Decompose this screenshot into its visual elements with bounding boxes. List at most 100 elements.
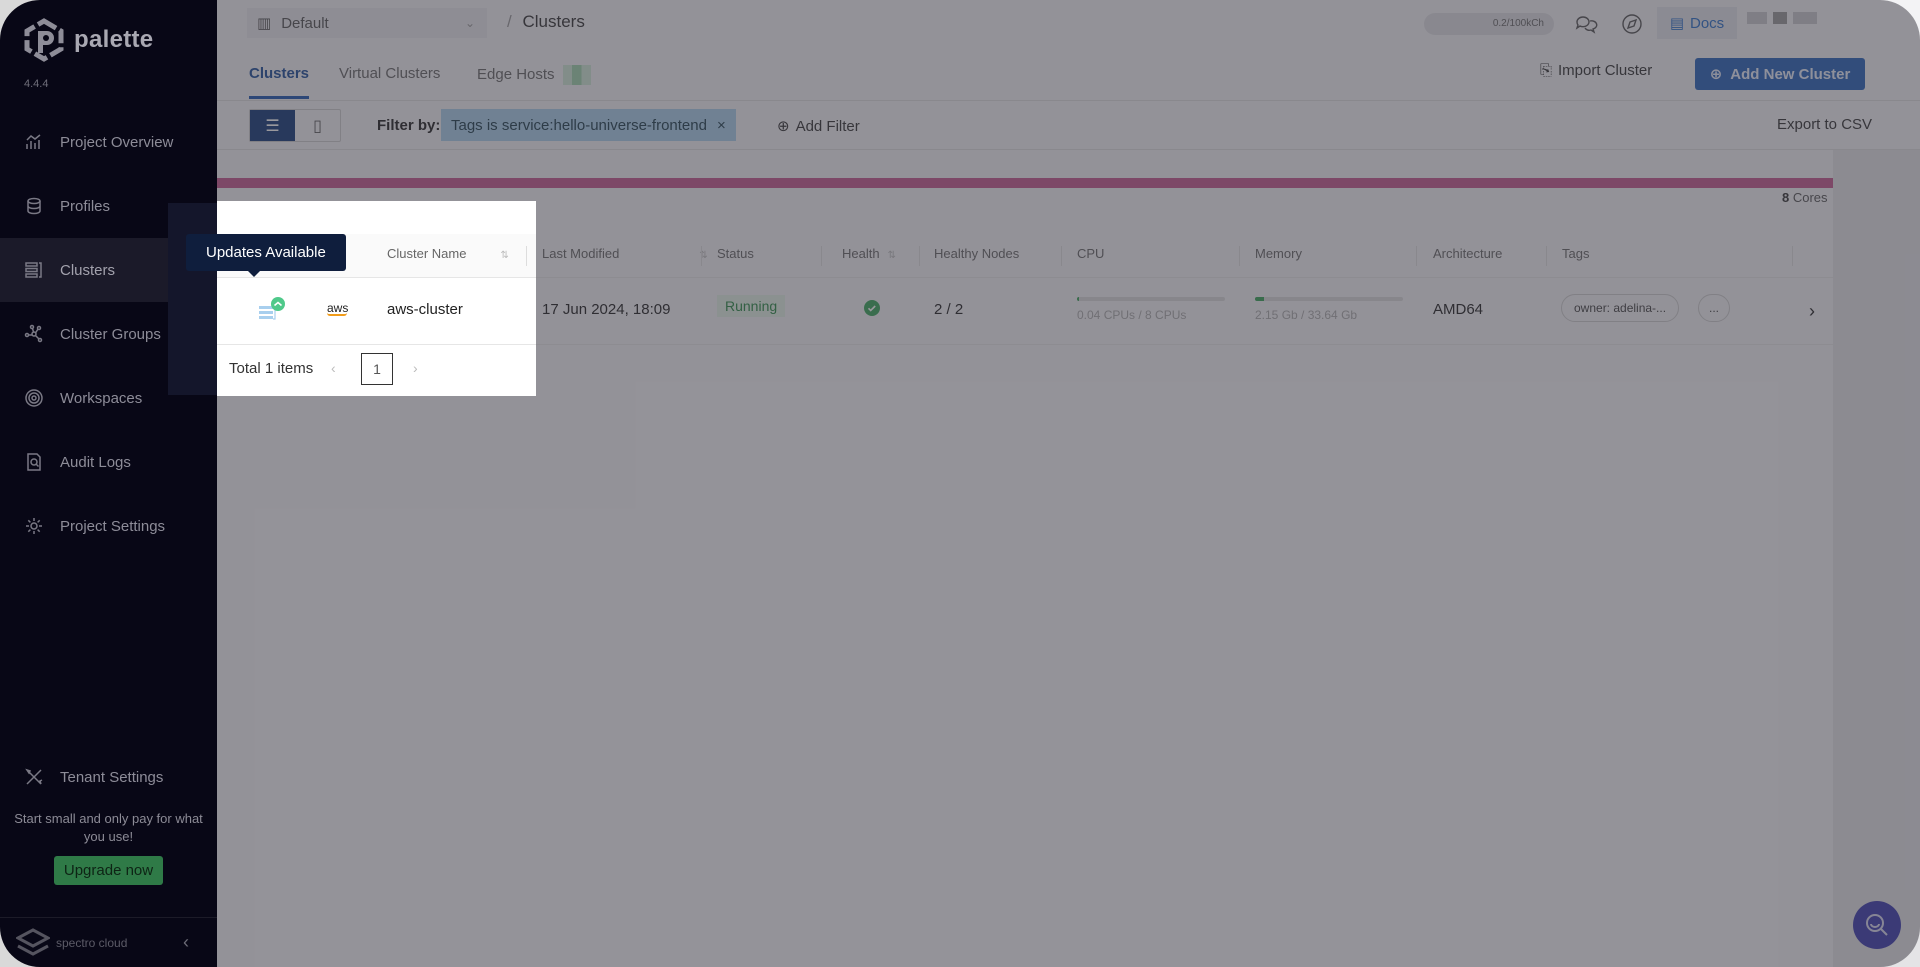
column-divider bbox=[821, 246, 822, 266]
column-divider bbox=[1792, 246, 1793, 266]
project-icon: ▥ bbox=[257, 15, 272, 32]
column-healthy-nodes: Healthy Nodes bbox=[934, 246, 1020, 261]
column-divider bbox=[919, 246, 920, 266]
add-new-cluster-button[interactable]: ⊕ Add New Cluster bbox=[1695, 58, 1865, 90]
book-icon: ▤ bbox=[1669, 15, 1684, 32]
brand-name: palette bbox=[74, 26, 154, 53]
page-number-button[interactable]: 1 bbox=[361, 353, 393, 385]
sidebar-item-project-settings[interactable]: Project Settings bbox=[0, 494, 217, 558]
view-toggle: ☰ ▯ bbox=[249, 109, 341, 142]
filter-bar: ☰ ▯ Filter by: Tags is service:hello-uni… bbox=[217, 102, 1920, 150]
tools-icon bbox=[24, 767, 44, 787]
project-name: Default bbox=[281, 14, 329, 32]
health-check-icon bbox=[864, 300, 880, 320]
memory-usage-bar bbox=[1255, 297, 1403, 301]
pagination: Total 1 items ‹ 1 › bbox=[217, 346, 477, 396]
memory-usage-label: 2.15 Gb / 33.64 Gb bbox=[1255, 308, 1358, 322]
tour-highlight-edge bbox=[168, 203, 217, 395]
tag-chip[interactable]: owner: adelina-... bbox=[1561, 294, 1680, 322]
topbar: ▥ Default ⌄ / Clusters 0.2/100kCh ▤ Docs bbox=[217, 0, 1920, 45]
export-csv-button[interactable]: Export to CSV bbox=[1777, 116, 1872, 133]
credits-usage: 0.2/100kCh bbox=[1424, 13, 1554, 35]
chevron-right-icon[interactable]: › bbox=[1809, 301, 1815, 322]
column-last-modified[interactable]: Last Modified ⇅ bbox=[542, 246, 708, 261]
tab-edge-hosts-label: Edge Hosts bbox=[477, 65, 555, 83]
help-search-button[interactable] bbox=[1853, 901, 1901, 949]
sidebar-item-tenant-settings[interactable]: Tenant Settings bbox=[0, 745, 217, 809]
chevron-down-icon: ⌄ bbox=[464, 16, 475, 30]
edge-hosts-badge bbox=[562, 65, 591, 85]
page-title: Clusters bbox=[522, 12, 585, 31]
memory-usage-fill bbox=[1255, 297, 1265, 301]
close-icon[interactable]: × bbox=[717, 117, 726, 134]
next-page-button[interactable]: › bbox=[413, 360, 418, 376]
filter-chip[interactable]: Tags is service:hello-universe-frontend … bbox=[441, 109, 736, 141]
column-cpu: CPU bbox=[1077, 246, 1105, 261]
collapse-sidebar-button[interactable]: ‹ bbox=[183, 932, 189, 953]
aws-logo-icon: aws bbox=[327, 301, 348, 316]
sidebar: palette 4.4.4 Project Overview Profiles … bbox=[0, 0, 217, 967]
add-filter-button[interactable]: ⊕ Add Filter bbox=[777, 117, 860, 136]
updates-available-tooltip: Updates Available bbox=[186, 234, 346, 277]
prev-page-button[interactable]: ‹ bbox=[331, 360, 336, 376]
sidebar-item-label: Cluster Groups bbox=[60, 325, 161, 343]
sidebar-item-audit-logs[interactable]: Audit Logs bbox=[0, 430, 217, 494]
column-health[interactable]: Health ⇅ bbox=[842, 246, 896, 261]
tenant-settings-section: Tenant Settings bbox=[0, 745, 217, 809]
list-icon: ☰ bbox=[265, 117, 280, 135]
plus-circle-icon: ⊕ bbox=[777, 118, 790, 135]
import-icon: ⎘ bbox=[1540, 62, 1553, 79]
project-selector[interactable]: ▥ Default ⌄ bbox=[247, 8, 487, 38]
scrollbar[interactable] bbox=[1833, 150, 1920, 967]
total-items: Total 1 items bbox=[229, 360, 314, 377]
column-divider bbox=[1239, 246, 1240, 266]
user-menu[interactable] bbox=[1747, 12, 1847, 26]
column-memory: Memory bbox=[1255, 246, 1302, 261]
filter-label: Filter by: bbox=[377, 117, 441, 134]
docs-button[interactable]: ▤ Docs bbox=[1657, 7, 1737, 39]
upgrade-now-button[interactable]: Upgrade now bbox=[53, 856, 164, 885]
column-tags: Tags bbox=[1562, 246, 1590, 261]
spotlight-row[interactable]: aws aws-cluster bbox=[217, 279, 536, 345]
compass-icon[interactable] bbox=[1620, 12, 1644, 36]
sidebar-item-label: Workspaces bbox=[60, 389, 143, 407]
workspaces-icon bbox=[24, 388, 44, 408]
column-status: Status bbox=[717, 246, 754, 261]
cores-value: 8 bbox=[1782, 190, 1790, 205]
column-divider bbox=[701, 246, 702, 266]
column-divider bbox=[526, 246, 527, 266]
sidebar-footer: spectro cloud ‹ bbox=[0, 917, 217, 967]
tab-clusters[interactable]: Clusters bbox=[249, 65, 310, 99]
sort-icon[interactable]: ⇅ bbox=[888, 250, 896, 261]
column-divider bbox=[1546, 246, 1547, 266]
chat-icon[interactable] bbox=[1574, 12, 1598, 36]
more-tags-button[interactable]: ... bbox=[1698, 294, 1731, 322]
gear-icon bbox=[24, 516, 44, 536]
sort-icon[interactable]: ⇅ bbox=[500, 250, 508, 261]
column-architecture: Architecture bbox=[1433, 246, 1503, 261]
status-badge: Running bbox=[717, 295, 786, 317]
sidebar-item-project-overview[interactable]: Project Overview bbox=[0, 110, 217, 174]
list-view-button[interactable]: ☰ bbox=[250, 110, 295, 141]
add-new-cluster-label: Add New Cluster bbox=[1730, 65, 1851, 83]
updates-available-icon[interactable] bbox=[257, 297, 287, 330]
tab-virtual-clusters[interactable]: Virtual Clusters bbox=[339, 65, 440, 96]
map-view-button[interactable]: ▯ bbox=[295, 110, 340, 141]
column-cluster-name[interactable]: Cluster Name ⇅ bbox=[387, 246, 509, 261]
column-label: Last Modified bbox=[542, 246, 620, 261]
filter-chip-label: Tags is service:hello-universe-frontend bbox=[451, 116, 707, 134]
docs-label: Docs bbox=[1690, 14, 1725, 32]
upgrade-text: Start small and only pay for what you us… bbox=[14, 811, 203, 844]
audit-logs-icon bbox=[24, 452, 44, 472]
palette-logo[interactable]: palette bbox=[22, 18, 153, 62]
plus-circle-icon: ⊕ bbox=[1709, 66, 1723, 83]
last-modified-value: 17 Jun 2024, 18:09 bbox=[542, 301, 671, 318]
tab-edge-hosts[interactable]: Edge Hosts bbox=[477, 65, 591, 99]
cluster-name-link[interactable]: aws-cluster bbox=[387, 301, 463, 318]
cores-unit: Cores bbox=[1792, 190, 1828, 205]
architecture-value: AMD64 bbox=[1433, 301, 1484, 318]
import-cluster-button[interactable]: ⎘ Import Cluster bbox=[1540, 62, 1652, 79]
stack-icon bbox=[24, 196, 44, 216]
clusters-icon bbox=[24, 260, 44, 280]
add-filter-label: Add Filter bbox=[795, 117, 860, 135]
